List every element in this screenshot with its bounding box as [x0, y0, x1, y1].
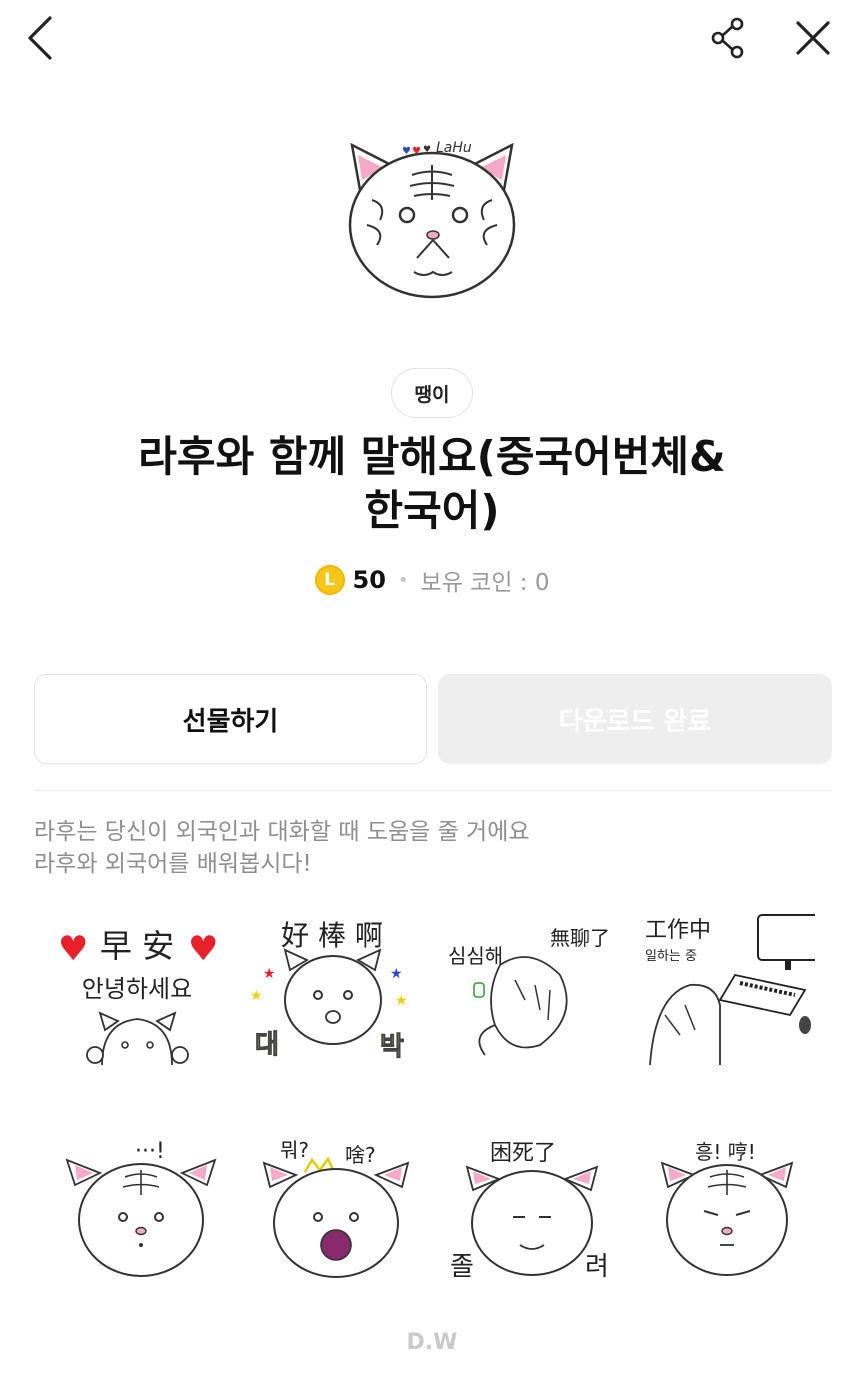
svg-text:啥?: 啥?	[345, 1143, 376, 1167]
svg-text:LaHu: LaHu	[436, 140, 472, 156]
svg-text:♥: ♥	[58, 929, 88, 969]
svg-text:일하는 중: 일하는 중	[645, 949, 697, 964]
sticker-item[interactable]: 흥! 哼!	[640, 1125, 815, 1295]
svg-text:早 安: 早 安	[100, 927, 174, 965]
gift-button[interactable]: 선물하기	[34, 674, 427, 764]
svg-text:···!: ···!	[135, 1139, 165, 1164]
tiger-thinking-icon: ···!	[65, 1139, 217, 1277]
description: 라후는 당신이 외국인과 대화할 때 도움을 줄 거에요 라후와 외국어를 배워…	[34, 816, 814, 880]
share-icon	[711, 17, 744, 59]
svg-text:♥: ♥	[423, 145, 431, 155]
author-chip[interactable]: 땡이	[391, 368, 473, 418]
svg-text:困死了: 困死了	[490, 1141, 556, 1166]
sticker-item[interactable]: ···!	[55, 1125, 230, 1295]
coin-icon: L	[314, 565, 345, 595]
sticker-item[interactable]: 工作中 일하는 중	[640, 905, 819, 1075]
price-amount: 50	[352, 566, 386, 594]
tiger-cheer-icon: 好 棒 啊 ★ ★ ★ ★ 대 박	[250, 919, 408, 1063]
hero-sticker-image: ♥ ♥ ♥ LaHu	[332, 130, 532, 310]
svg-text:★: ★	[250, 988, 263, 1004]
svg-text:♥: ♥	[402, 146, 411, 157]
tiger-sleepy-icon: 困死了 졸 려	[450, 1141, 609, 1282]
tiger-working-icon: 工作中 일하는 중	[645, 914, 819, 1066]
svg-text:안녕하세요: 안녕하세요	[82, 975, 192, 1003]
svg-text:★: ★	[263, 966, 276, 982]
svg-text:뭐?: 뭐?	[280, 1138, 309, 1162]
price-row: L 50 • 보유 코인 : 0	[0, 560, 864, 600]
svg-text:無聊了: 無聊了	[550, 926, 610, 950]
sticker-title-text: 라후와 함께 말해요(중국어번체& 한국어)	[138, 432, 726, 535]
tiger-face-icon: ♥ ♥ ♥ LaHu	[348, 140, 516, 299]
owned-coins: 보유 코인 : 0	[420, 570, 550, 596]
top-bar	[0, 0, 864, 80]
sticker-item[interactable]: 好 棒 啊 ★ ★ ★ ★ 대 박	[245, 905, 420, 1075]
tiger-bored-icon: 심심해 無聊了	[448, 926, 610, 1056]
back-button[interactable]	[14, 12, 66, 64]
divider	[34, 790, 832, 791]
sticker-title: 라후와 함께 말해요(중국어번체& 한국어)	[40, 430, 824, 538]
svg-text:려: 려	[585, 1252, 609, 1282]
svg-text:好 棒 啊: 好 棒 啊	[281, 919, 383, 952]
sticker-item[interactable]: 심심해 無聊了	[440, 905, 615, 1075]
separator-dot: •	[397, 569, 409, 591]
svg-text:♥: ♥	[412, 146, 421, 157]
tiger-greeting-icon: ♥ ♥ 早 安 안녕하세요	[58, 927, 218, 1066]
svg-text:졸: 졸	[450, 1252, 474, 1282]
share-button[interactable]	[703, 12, 755, 64]
svg-text:工作中: 工作中	[645, 918, 711, 943]
sticker-item[interactable]: 困死了 졸 려	[445, 1125, 620, 1295]
svg-text:★: ★	[390, 966, 403, 982]
footer-watermark: D.W	[406, 1330, 458, 1355]
description-line: 라후와 외국어를 배워봅시다!	[34, 851, 312, 877]
sticker-item[interactable]: ♥ ♥ 早 安 안녕하세요	[50, 905, 225, 1075]
svg-text:대: 대	[255, 1030, 279, 1060]
close-button[interactable]	[787, 12, 839, 64]
tiger-surprised-icon: 뭐? 啥?	[262, 1138, 410, 1278]
svg-text:흥! 哼!: 흥! 哼!	[695, 1140, 756, 1164]
svg-text:★: ★	[395, 993, 408, 1009]
svg-text:심심해: 심심해	[448, 944, 503, 968]
description-line: 라후는 당신이 외국인과 대화할 때 도움을 줄 거에요	[34, 819, 530, 845]
chevron-left-icon	[28, 16, 52, 60]
tiger-pouting-icon: 흥! 哼!	[660, 1140, 794, 1276]
download-complete-button: 다운로드 완료	[438, 674, 832, 764]
close-icon	[796, 21, 830, 55]
svg-text:♥: ♥	[188, 929, 218, 969]
sticker-item[interactable]: 뭐? 啥?	[250, 1125, 425, 1295]
svg-text:박: 박	[380, 1032, 404, 1062]
